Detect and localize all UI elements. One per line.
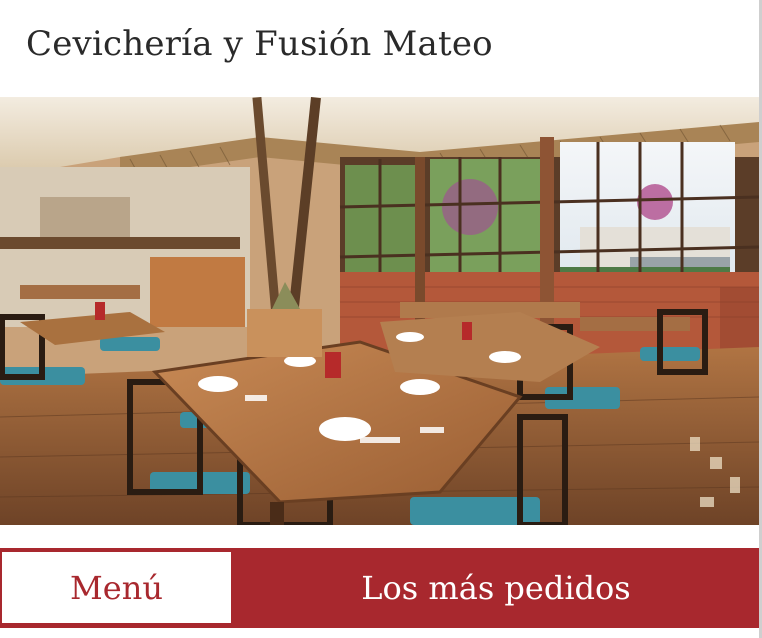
tab-most-ordered-label: Los más pedidos [361,569,631,607]
page-title: Cevichería y Fusión Mateo [26,24,493,64]
tab-bar: Menú Los más pedidos [0,548,759,628]
header: Cevichería y Fusión Mateo [0,0,759,97]
footer-spacer [0,628,759,638]
tab-menu[interactable]: Menú [2,552,231,623]
tab-most-ordered[interactable]: Los más pedidos [233,548,759,628]
tab-menu-label: Menú [70,568,163,607]
restaurant-photo [0,97,759,525]
hero-carousel[interactable] [0,97,759,525]
